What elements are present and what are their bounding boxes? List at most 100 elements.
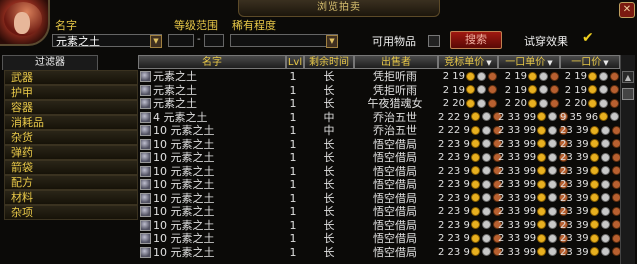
category-item[interactable]: 武器	[4, 70, 138, 85]
column-header-buyout-unit[interactable]: 一口单价 ▼	[498, 55, 560, 69]
item-name: 元素之土	[153, 83, 197, 97]
category-item[interactable]: 护甲	[4, 85, 138, 100]
close-icon[interactable]: ✕	[619, 2, 635, 18]
category-item[interactable]: 容器	[4, 100, 138, 115]
gold-coin-icon	[599, 112, 609, 121]
price-buyout-unit-value: 2 33 99	[498, 219, 537, 231]
time-left: 长	[323, 218, 335, 232]
price-buyout-value: 23 39	[560, 246, 589, 258]
table-row[interactable]: 10 元素之土 1 中 乔治五世 2 22 9 2 33 99 23 39	[138, 124, 621, 137]
copper-coin-icon	[550, 98, 559, 108]
silver-coin-icon	[599, 71, 608, 81]
gold-coin-icon	[528, 98, 537, 108]
table-row[interactable]: 10 元素之土 1 长 悟空借局 2 23 9 2 33 99 23 39	[138, 165, 621, 178]
column-header-seller[interactable]: 出售者	[354, 55, 438, 69]
scroll-up-icon[interactable]: ▲	[622, 71, 634, 83]
gold-coin-icon	[470, 179, 480, 189]
silver-coin-icon	[477, 85, 486, 94]
gold-coin-icon	[588, 85, 597, 94]
table-row[interactable]: 10 元素之土 1 长 悟空借局 2 23 9 2 33 99 23 39	[138, 218, 621, 232]
scrollbar[interactable]: ▲	[620, 55, 635, 264]
table-row[interactable]: 10 元素之土 1 长 悟空借局 2 23 9 2 33 99 23 39	[138, 205, 621, 218]
gold-coin-icon	[589, 206, 599, 216]
price-buyout: 2 20	[560, 97, 620, 110]
seller-name: 悟空借局	[373, 218, 417, 232]
table-row[interactable]: 10 元素之土 1 长 悟空借局 2 23 9 2 33 99 23 39	[138, 191, 621, 205]
column-header-lvl[interactable]: Lvl	[286, 55, 304, 69]
usable-items-checkbox[interactable]	[428, 35, 440, 47]
filter-tab[interactable]: 过滤器	[2, 55, 98, 70]
category-item[interactable]: 箭袋	[4, 160, 138, 175]
silver-coin-icon	[481, 220, 491, 229]
price-bid-value: 2 20	[442, 98, 465, 109]
item-name: 10 元素之土	[153, 218, 215, 232]
column-bid-label: 竞标单价	[444, 57, 485, 68]
silver-coin-icon	[600, 179, 610, 189]
table-row[interactable]: 10 元素之土 1 长 悟空借局 2 23 9 2 33 99 23 39	[138, 178, 621, 191]
silver-coin-icon	[477, 98, 486, 108]
table-row[interactable]: 4 元素之土 1 中 乔治五世 2 22 9 2 33 99 9 35 96	[138, 110, 631, 124]
item-icon	[140, 125, 151, 136]
column-buyout-label: 一口价	[571, 57, 602, 68]
item-icon	[140, 179, 151, 190]
gold-coin-icon	[470, 139, 480, 148]
price-buyout-value: 23 39	[560, 152, 589, 163]
time-left: 中	[323, 110, 335, 124]
price-bid: 2 23 9	[438, 219, 502, 232]
level-min-input[interactable]	[168, 34, 194, 47]
price-buyout-unit-value: 2 19	[504, 84, 527, 96]
gold-coin-icon	[537, 233, 547, 243]
gold-coin-icon	[589, 166, 599, 175]
price-buyout: 23 39	[560, 124, 621, 137]
seller-name: 乔治五世	[373, 110, 417, 124]
category-item[interactable]: 材料	[4, 190, 138, 205]
gold-coin-icon	[466, 98, 475, 108]
category-item[interactable]: 配方	[4, 175, 138, 190]
name-input[interactable]: 元素之土	[52, 34, 162, 48]
column-header-buyout[interactable]: 一口价 ▼	[560, 55, 620, 69]
column-header-time[interactable]: 剩余时间	[304, 55, 354, 69]
price-bid: 2 22 9	[438, 124, 502, 137]
item-icon	[140, 152, 151, 163]
search-button[interactable]: 搜索	[450, 31, 502, 49]
rarity-select[interactable]	[230, 34, 338, 47]
category-item[interactable]: 消耗品	[4, 115, 138, 130]
item-icon	[140, 138, 151, 150]
table-row[interactable]: 元素之土 1 长 凭拒听雨 2 19 2 19 2 19	[138, 84, 620, 97]
item-icon	[140, 98, 151, 109]
rarity-dropdown-icon[interactable]: ▼	[326, 35, 338, 48]
column-header-bid[interactable]: 竞标单价 ▼	[438, 55, 498, 69]
scroll-thumb[interactable]	[622, 88, 634, 100]
item-name: 10 元素之土	[153, 191, 215, 205]
gold-coin-icon	[470, 220, 480, 229]
category-item[interactable]: 弹药	[4, 145, 138, 160]
category-item[interactable]: 杂货	[4, 130, 138, 145]
table-row[interactable]: 元素之土 1 长 午夜猎魂女 2 20 2 20 2 20	[138, 97, 620, 110]
table-row[interactable]: 元素之土 1 长 凭拒听雨 2 19 2 19 2 19	[138, 70, 620, 83]
name-dropdown-icon[interactable]: ▼	[150, 35, 162, 48]
table-row[interactable]: 10 元素之土 1 长 悟空借局 2 23 9 2 33 99 23 39	[138, 232, 621, 245]
item-icon	[140, 84, 151, 96]
price-buyout-unit-value: 2 33 99	[498, 246, 537, 258]
time-left: 长	[323, 83, 335, 97]
item-icon	[140, 71, 151, 82]
price-buyout-value: 23 39	[560, 125, 589, 136]
table-row[interactable]: 10 元素之土 1 长 悟空借局 2 23 9 2 33 99 23 39	[138, 138, 621, 151]
checkmark-icon[interactable]: ✔	[582, 30, 594, 46]
table-row[interactable]: 10 元素之土 1 长 悟空借局 2 23 9 2 33 99 23 39	[138, 151, 621, 164]
price-buyout-unit: 2 33 99	[498, 111, 569, 124]
silver-coin-icon	[610, 112, 620, 121]
price-buyout: 23 39	[560, 219, 621, 232]
column-header-name[interactable]: 名字	[138, 55, 286, 69]
gold-coin-icon	[589, 152, 599, 162]
price-buyout-unit: 2 33 99	[498, 138, 569, 151]
window-title: 浏览拍卖	[238, 0, 440, 17]
price-buyout-unit: 2 33 99	[498, 165, 569, 178]
level-max-input[interactable]	[204, 34, 224, 47]
item-icon	[140, 206, 151, 217]
price-bid-value: 2 23 9	[438, 206, 470, 217]
silver-coin-icon	[548, 233, 558, 243]
table-row[interactable]: 10 元素之土 1 长 悟空借局 2 23 9 2 33 99 23 39	[138, 246, 621, 259]
category-item[interactable]: 杂项	[4, 205, 138, 220]
price-bid: 2 19	[438, 84, 498, 97]
